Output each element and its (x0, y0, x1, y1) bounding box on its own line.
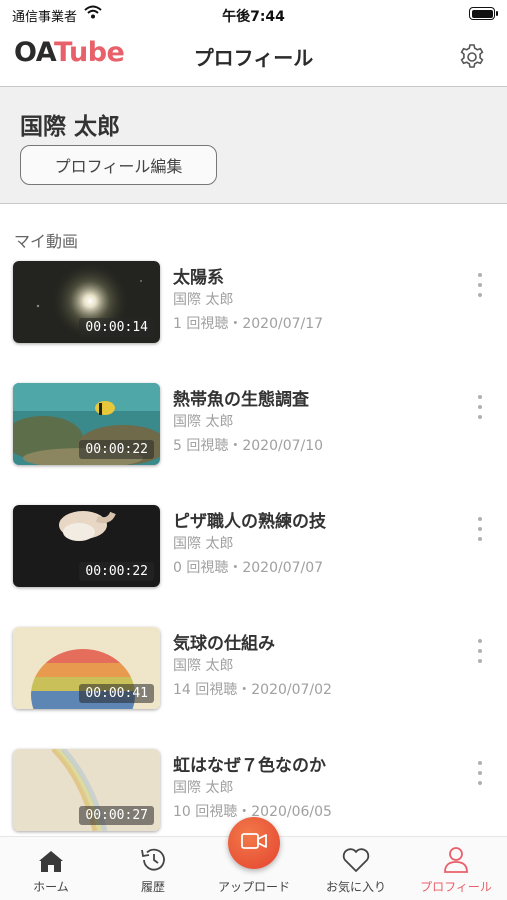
tab-favorites[interactable]: お気に入り (316, 837, 396, 900)
video-meta: 1 回視聴・2020/07/17 (173, 316, 324, 332)
video-duration: 00:00:22 (79, 440, 154, 459)
heart-icon (341, 847, 371, 873)
more-vertical-icon[interactable] (473, 761, 487, 785)
video-title[interactable]: 太陽系 (173, 263, 224, 288)
profile-panel: 国際 太郎 プロフィール編集 (0, 86, 507, 204)
video-meta: 14 回視聴・2020/07/02 (173, 682, 332, 698)
video-channel: 国際 太郎 (173, 780, 234, 796)
tab-label: お気に入り (325, 880, 386, 894)
edit-profile-button[interactable]: プロフィール編集 (20, 145, 217, 185)
video-thumbnail[interactable]: 00:00:14 (13, 261, 160, 343)
video-title[interactable]: 熱帯魚の生態調査 (173, 385, 309, 410)
more-vertical-icon[interactable] (473, 273, 487, 297)
tab-label: アップロード (217, 880, 290, 894)
video-thumbnail[interactable]: 00:00:22 (13, 505, 160, 587)
tab-profile[interactable]: プロフィール (413, 837, 499, 900)
video-channel: 国際 太郎 (173, 658, 234, 674)
video-channel: 国際 太郎 (173, 414, 234, 430)
home-icon (37, 847, 65, 873)
video-thumbnail[interactable]: 00:00:22 (13, 383, 160, 465)
video-meta: 5 回視聴・2020/07/10 (173, 438, 324, 454)
app-header: OATube プロフィール (0, 28, 507, 86)
tab-label: 履歴 (140, 880, 165, 894)
tab-history[interactable]: 履歴 (125, 837, 181, 900)
more-vertical-icon[interactable] (473, 395, 487, 419)
video-title[interactable]: 気球の仕組み (173, 629, 275, 654)
video-duration: 00:00:14 (79, 318, 154, 337)
video-item[interactable]: 00:00:22 熱帯魚の生態調査 国際 太郎 5 回視聴・2020/07/10 (0, 383, 507, 473)
more-vertical-icon[interactable] (473, 639, 487, 663)
video-channel: 国際 太郎 (173, 292, 234, 308)
battery-icon (469, 7, 498, 20)
video-duration: 00:00:41 (79, 684, 154, 703)
video-channel: 国際 太郎 (173, 536, 234, 552)
video-camera-icon (240, 831, 268, 855)
video-thumbnail[interactable]: 00:00:27 (13, 749, 160, 831)
gear-icon[interactable] (457, 42, 487, 72)
section-label-my-videos: マイ動画 (14, 232, 79, 251)
video-item[interactable]: 00:00:41 気球の仕組み 国際 太郎 14 回視聴・2020/07/02 (0, 627, 507, 717)
tab-label: ホーム (33, 880, 69, 894)
page-title: プロフィール (193, 46, 314, 70)
status-bar: 通信事業者 午後7:44 (0, 0, 507, 28)
video-item[interactable]: 00:00:14 太陽系 国際 太郎 1 回視聴・2020/07/17 (0, 261, 507, 351)
tab-label: プロフィール (420, 880, 492, 894)
more-vertical-icon[interactable] (473, 517, 487, 541)
user-name: 国際 太郎 (20, 114, 121, 140)
history-icon (139, 847, 167, 873)
video-duration: 00:00:22 (79, 562, 154, 581)
video-title[interactable]: ピザ職人の熟練の技 (173, 507, 326, 532)
upload-button[interactable] (228, 817, 280, 869)
video-duration: 00:00:27 (79, 806, 154, 825)
video-title[interactable]: 虹はなぜ７色なのか (173, 751, 326, 776)
video-item[interactable]: 00:00:22 ピザ職人の熟練の技 国際 太郎 0 回視聴・2020/07/0… (0, 505, 507, 595)
person-icon (442, 847, 470, 873)
tab-home[interactable]: ホーム (20, 837, 82, 900)
video-thumbnail[interactable]: 00:00:41 (13, 627, 160, 709)
video-meta: 0 回視聴・2020/07/07 (173, 560, 324, 576)
status-time: 午後7:44 (222, 9, 285, 25)
